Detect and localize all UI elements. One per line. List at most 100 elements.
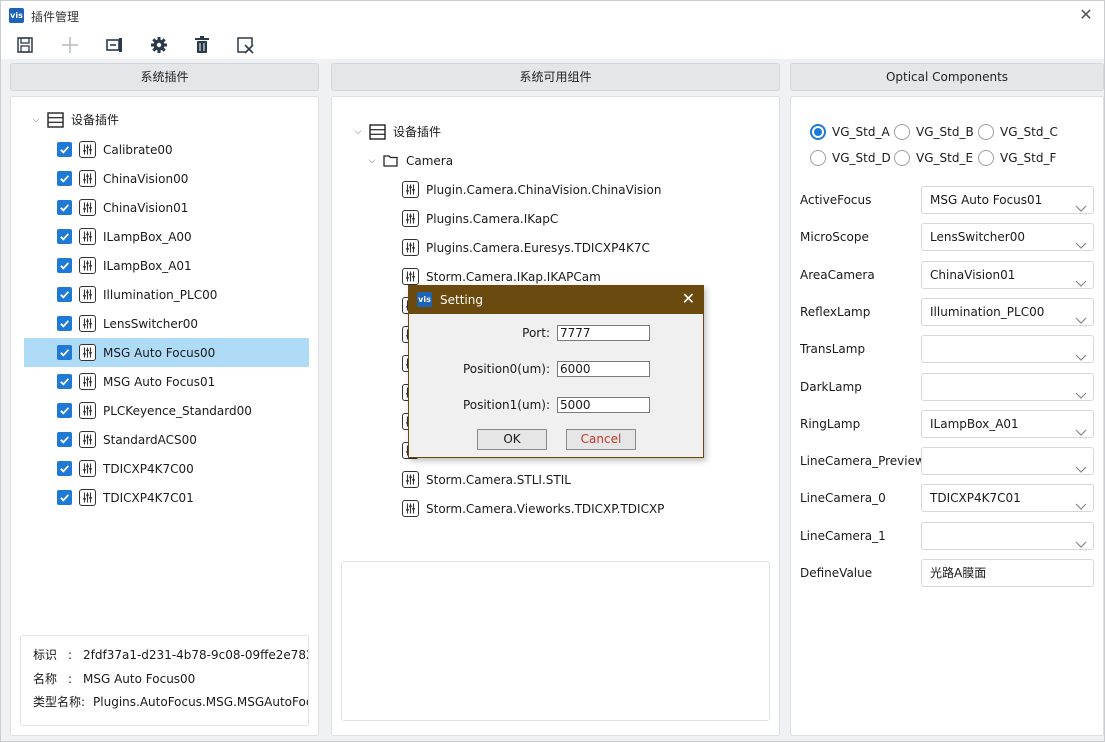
info-type-value: Plugins.AutoFocus.MSG.MSGAutoFoc xyxy=(93,695,309,709)
add-icon xyxy=(62,37,78,53)
camera-folder[interactable]: ⌵ Camera xyxy=(367,146,454,175)
component-item[interactable]: Plugin.Camera.ChinaVision.ChinaVision xyxy=(402,175,661,204)
plugin-item[interactable]: TDICXP4K7C01 xyxy=(57,483,194,512)
chevron-down-icon[interactable] xyxy=(1075,308,1087,324)
radio-button[interactable] xyxy=(978,150,994,166)
plugin-checkbox[interactable] xyxy=(57,374,72,389)
property-dropdown[interactable]: ChinaVision01 xyxy=(921,260,1094,289)
dialog-field-input[interactable]: 6000 xyxy=(557,361,650,377)
plugin-item[interactable]: ILampBox_A01 xyxy=(57,251,192,280)
property-dropdown[interactable]: MSG Auto Focus01 xyxy=(921,186,1094,214)
chevron-down-icon[interactable]: ⌵ xyxy=(353,127,363,137)
chevron-down-icon[interactable] xyxy=(1075,457,1087,473)
chevron-down-icon[interactable]: ⌵ xyxy=(31,115,41,125)
optical-radio-option[interactable]: VG_Std_C xyxy=(978,124,1058,140)
radio-button[interactable] xyxy=(978,124,994,140)
plugin-checkbox[interactable] xyxy=(57,142,72,157)
plugin-item[interactable]: StandardACS00 xyxy=(57,425,197,454)
plugin-checkbox[interactable] xyxy=(57,287,72,302)
delete-button[interactable] xyxy=(190,34,214,56)
optical-radio-option[interactable]: VG_Std_B xyxy=(894,124,974,140)
gear-icon xyxy=(151,37,167,53)
optical-radio-option[interactable]: VG_Std_A xyxy=(810,124,890,140)
optical-radio-option[interactable]: VG_Std_D xyxy=(810,150,891,166)
property-dropdown[interactable] xyxy=(921,335,1094,364)
property-dropdown[interactable] xyxy=(921,372,1094,401)
property-dropdown[interactable] xyxy=(921,447,1094,476)
chevron-down-icon[interactable] xyxy=(1075,383,1087,399)
radio-button[interactable] xyxy=(894,124,910,140)
plugin-label: ILampBox_A01 xyxy=(103,258,192,273)
plugin-item[interactable]: LensSwitcher00 xyxy=(57,309,198,338)
plugin-item[interactable]: ILampBox_A00 xyxy=(57,222,192,251)
plugin-label: MSG Auto Focus00 xyxy=(103,345,216,360)
plugin-checkbox[interactable] xyxy=(57,432,72,447)
toolbar xyxy=(1,31,1104,59)
plugin-icon xyxy=(79,228,96,245)
plugin-item[interactable]: MSG Auto Focus00 xyxy=(24,338,309,367)
optical-radio-option[interactable]: VG_Std_E xyxy=(894,150,973,166)
property-dropdown[interactable]: LensSwitcher00 xyxy=(921,223,1094,252)
plugin-checkbox[interactable] xyxy=(57,171,72,186)
save-button[interactable] xyxy=(13,34,37,56)
plugin-checkbox[interactable] xyxy=(57,345,72,360)
plugin-checkbox[interactable] xyxy=(57,403,72,418)
chevron-down-icon[interactable] xyxy=(1075,494,1087,511)
clear-button[interactable] xyxy=(233,34,257,56)
dialog-title-bar: vis Setting ✕ xyxy=(409,286,703,314)
optical-radio-option[interactable]: VG_Std_F xyxy=(978,150,1056,166)
plugin-item[interactable]: Illumination_PLC00 xyxy=(57,280,217,309)
plugin-checkbox[interactable] xyxy=(57,229,72,244)
property-dropdown[interactable]: ILampBox_A01 xyxy=(921,409,1094,438)
plugin-checkbox[interactable] xyxy=(57,461,72,476)
radio-button[interactable] xyxy=(894,150,910,166)
chevron-down-icon[interactable] xyxy=(1075,271,1087,287)
component-item[interactable]: Storm.Camera.STLI.STIL xyxy=(402,465,571,494)
tree-root[interactable]: ⌵ 设备插件 xyxy=(31,105,119,134)
plugin-item[interactable]: TDICXP4K7C00 xyxy=(57,454,194,483)
property-label: LineCamera_0 xyxy=(800,491,886,506)
plugin-item[interactable]: MSG Auto Focus01 xyxy=(57,367,215,396)
tree-root-label: 设备插件 xyxy=(71,113,120,127)
plugin-checkbox[interactable] xyxy=(57,490,72,505)
property-input[interactable]: 光路A膜面 xyxy=(921,559,1094,587)
component-item[interactable]: Storm.Camera.Vieworks.TDICXP.TDICXP xyxy=(402,494,664,523)
plugin-item[interactable]: PLCKeyence_Standard00 xyxy=(57,396,252,425)
chevron-down-icon[interactable] xyxy=(1075,420,1087,436)
plugin-item[interactable]: ChinaVision00 xyxy=(57,164,188,193)
component-label: Storm.Camera.Vieworks.TDICXP.TDICXP xyxy=(426,501,665,516)
chevron-down-icon[interactable] xyxy=(1075,196,1087,212)
plugin-item[interactable]: ChinaVision01 xyxy=(57,193,188,222)
radio-button[interactable] xyxy=(810,124,826,140)
chevron-down-icon[interactable] xyxy=(1075,532,1087,548)
chevron-down-icon[interactable] xyxy=(1075,345,1087,362)
middle-tree-root[interactable]: ⌵ 设备插件 xyxy=(353,117,441,146)
radio-label: VG_Std_D xyxy=(832,151,891,165)
device-button[interactable] xyxy=(103,34,127,56)
ok-button[interactable]: OK xyxy=(477,429,547,450)
settings-button[interactable] xyxy=(147,34,171,56)
dialog-field-input[interactable]: 5000 xyxy=(557,397,650,413)
plugin-item[interactable]: Calibrate00 xyxy=(57,135,173,164)
chevron-down-icon[interactable]: ⌵ xyxy=(367,156,377,166)
close-icon[interactable]: ✕ xyxy=(1076,5,1096,25)
dialog-field-input[interactable]: 7777 xyxy=(557,325,650,341)
window-title: 插件管理 xyxy=(31,10,80,24)
chevron-down-icon[interactable] xyxy=(1075,233,1087,250)
plugin-label: StandardACS00 xyxy=(103,432,197,447)
plugin-checkbox[interactable] xyxy=(57,200,72,215)
plugin-checkbox[interactable] xyxy=(57,258,72,273)
dialog-close-icon[interactable]: ✕ xyxy=(682,289,695,308)
plugin-checkbox[interactable] xyxy=(57,316,72,331)
dialog-field-label: Port: xyxy=(522,326,550,340)
property-dropdown[interactable]: Illumination_PLC00 xyxy=(921,297,1094,326)
property-dropdown[interactable] xyxy=(921,521,1094,550)
plugin-label: ChinaVision01 xyxy=(103,200,189,215)
radio-button[interactable] xyxy=(810,150,826,166)
add-button[interactable] xyxy=(58,34,82,56)
component-item[interactable]: Plugins.Camera.IKapC xyxy=(402,204,558,233)
cancel-button[interactable]: Cancel xyxy=(566,429,636,450)
component-item[interactable]: Plugins.Camera.Euresys.TDICXP4K7C xyxy=(402,233,650,262)
property-dropdown[interactable]: TDICXP4K7C01 xyxy=(921,484,1094,513)
plugin-icon xyxy=(79,170,96,187)
